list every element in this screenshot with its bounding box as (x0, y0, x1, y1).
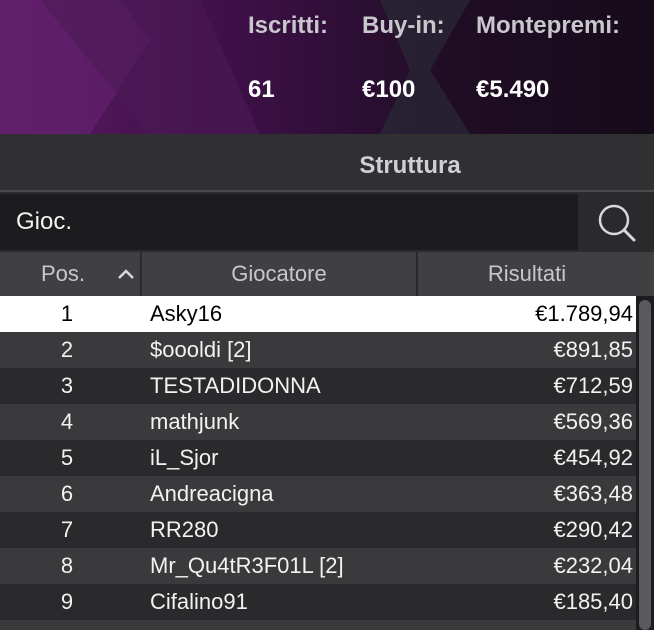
stat-value-prizepool: €5.490 (476, 76, 550, 103)
row-result: €363,48 (553, 481, 633, 506)
table-row[interactable]: 5 iL_Sjor €454,92 (0, 440, 636, 476)
table-row[interactable]: 6 Andreacigna €363,48 (0, 476, 636, 512)
table-row[interactable]: 4 mathjunk €569,36 (0, 404, 636, 440)
column-header-player[interactable]: Giocatore (142, 252, 416, 296)
row-position: 6 (60, 481, 74, 506)
search-icon (598, 204, 636, 242)
row-result: €1.789,94 (535, 301, 633, 326)
row-position: 1 (60, 301, 74, 326)
row-player-name: Mr_Qu4tR3F01L [2] (150, 553, 344, 578)
row-result: €232,04 (553, 553, 633, 578)
table-row[interactable] (0, 620, 636, 630)
row-position: 4 (60, 409, 74, 434)
stat-label-entrants: Iscritti: (248, 12, 329, 39)
row-result: €569,36 (553, 409, 633, 434)
row-position: 7 (60, 517, 74, 542)
row-player-name: Asky16 (150, 301, 223, 326)
row-position: 9 (60, 589, 74, 614)
stat-label-buyin: Buy-in: (362, 12, 445, 39)
stat-label-prizepool: Montepremi: (476, 12, 620, 39)
stat-value-entrants: 61 (248, 76, 275, 103)
row-result: €454,92 (553, 445, 633, 470)
table-row[interactable]: 9 Cifalino91 €185,40 (0, 584, 636, 620)
row-result: €185,40 (553, 589, 633, 614)
row-player-name: TESTADIDONNA (150, 373, 321, 398)
row-position: 8 (60, 553, 74, 578)
row-player-name: RR280 (150, 517, 219, 542)
row-result: €290,42 (553, 517, 633, 542)
row-player-name: $ooo​ldi [2] (150, 337, 252, 362)
scrollbar-thumb[interactable] (639, 300, 651, 630)
row-position: 5 (60, 445, 74, 470)
row-position: 2 (60, 337, 74, 362)
results-table-body: 1 Asky16 €1.789,94 2 $ooo​ldi [2] €891,8… (0, 296, 636, 630)
row-result: €891,85 (553, 337, 633, 362)
row-position: 3 (60, 373, 74, 398)
row-player-name: mathjunk (150, 409, 240, 434)
table-row[interactable]: 8 Mr_Qu4tR3F01L [2] €232,04 (0, 548, 636, 584)
table-row[interactable]: 1 Asky16 €1.789,94 (0, 296, 636, 332)
column-header-results[interactable]: Risultati (418, 252, 636, 296)
table-row[interactable]: 3 TESTADIDONNA €712,59 (0, 368, 636, 404)
column-header-position[interactable]: Pos. (0, 252, 126, 296)
row-player-name: Cifalino91 (150, 589, 248, 614)
section-title-structure[interactable]: Struttura (300, 152, 520, 180)
player-search-input[interactable] (0, 194, 578, 250)
table-row[interactable]: 2 $ooo​ldi [2] €891,85 (0, 332, 636, 368)
table-row[interactable]: 7 RR280 €290,42 (0, 512, 636, 548)
row-result: €712,59 (553, 373, 633, 398)
row-player-name: Andreacigna (150, 481, 274, 506)
row-player-name: iL_Sjor (150, 445, 219, 470)
search-button[interactable] (578, 194, 654, 250)
chevron-up-icon[interactable] (116, 266, 136, 282)
stat-value-buyin: €100 (362, 76, 416, 103)
